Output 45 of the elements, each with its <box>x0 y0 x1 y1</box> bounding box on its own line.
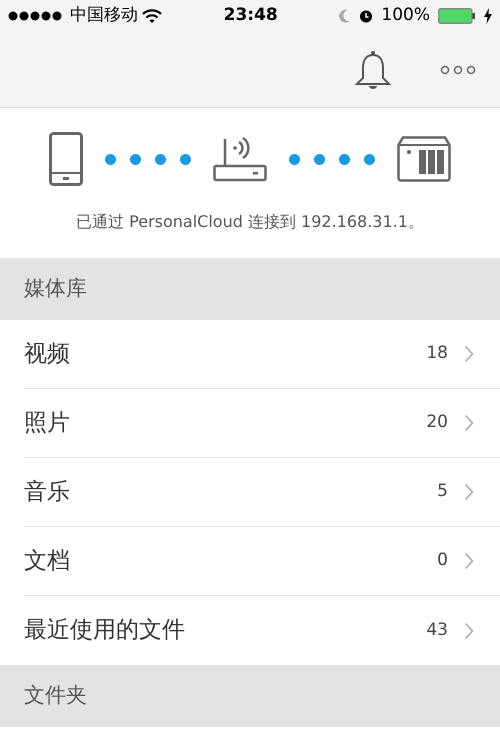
item-label: 照片 <box>24 408 71 438</box>
item-label: 文档 <box>24 546 71 576</box>
connection-dot <box>180 154 191 164</box>
chevron-right-icon <box>464 552 474 570</box>
library-item[interactable]: 音乐 5 <box>24 458 500 527</box>
battery-icon <box>438 8 476 24</box>
item-count: 43 <box>426 618 448 642</box>
section-header: 媒体库 <box>24 275 87 302</box>
library-item[interactable]: 最近使用的文件 43 <box>24 596 500 665</box>
connection-dot <box>155 154 166 164</box>
connection-dot <box>314 154 325 164</box>
connection-dot <box>130 154 141 164</box>
connection-dot <box>339 154 350 164</box>
more-options-icon[interactable] <box>440 64 476 74</box>
chevron-right-icon <box>464 483 474 501</box>
connection-dot <box>289 154 300 164</box>
chevron-right-icon <box>464 414 474 432</box>
wifi-icon <box>142 9 162 23</box>
section-header: 文件夹 <box>24 682 87 710</box>
charging-icon <box>484 8 492 24</box>
nas-drive-icon <box>397 136 451 182</box>
notification-bell-icon[interactable] <box>354 50 392 90</box>
item-label: 最近使用的文件 <box>24 616 186 646</box>
battery-percentage: 100% <box>381 4 430 28</box>
item-label: 视频 <box>24 340 71 369</box>
phone-icon <box>49 132 83 186</box>
item-count: 0 <box>437 549 448 572</box>
connection-status-text: 已通过 PersonalCloud 连接到 192.168.31.1。 <box>76 211 424 233</box>
library-item[interactable]: 文档 0 <box>24 527 500 596</box>
alarm-icon <box>359 9 374 23</box>
item-count: 18 <box>426 342 448 366</box>
chevron-right-icon <box>464 345 474 363</box>
clock-time: 23:48 <box>224 4 278 28</box>
library-item[interactable]: 视频 18 <box>24 320 500 389</box>
library-item[interactable]: 照片 20 <box>24 389 500 458</box>
item-label: 音乐 <box>24 478 71 507</box>
router-icon <box>213 136 267 182</box>
moon-icon <box>339 9 352 23</box>
connection-dot <box>364 154 375 164</box>
chevron-right-icon <box>464 622 474 640</box>
item-count: 5 <box>437 480 448 504</box>
item-count: 20 <box>426 411 448 434</box>
signal-icon <box>8 11 62 21</box>
connection-dot <box>105 154 116 164</box>
carrier-name: 中国移动 <box>70 4 138 28</box>
